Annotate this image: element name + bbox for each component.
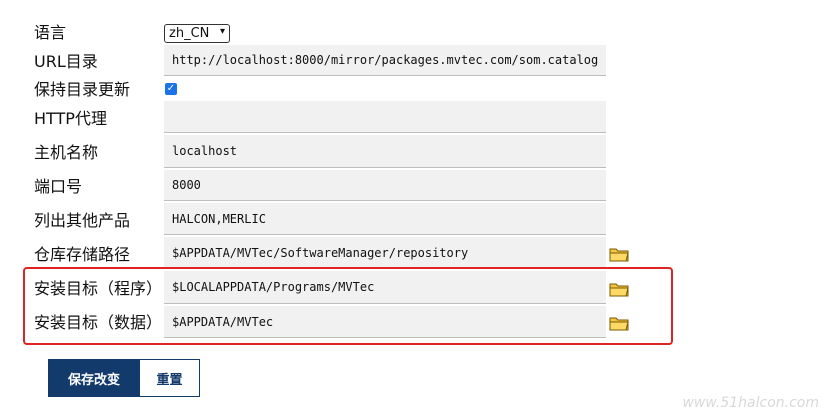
language-label: 语言 bbox=[34, 23, 67, 42]
folder-icon[interactable] bbox=[609, 281, 629, 297]
install-target-program-label: 安装目标（程序） bbox=[34, 279, 163, 298]
http-proxy-field[interactable] bbox=[164, 101, 606, 133]
chevron-down-icon: ▾ bbox=[219, 26, 225, 37]
port-field[interactable]: 8000 bbox=[164, 170, 606, 201]
save-changes-button[interactable]: 保存改变 bbox=[48, 359, 140, 397]
keep-catalog-updated-checkbox[interactable]: ✓ bbox=[165, 83, 177, 95]
url-catalog-field[interactable]: http://localhost:8000/mirror/packages.mv… bbox=[164, 45, 606, 76]
host-name-field[interactable]: localhost bbox=[164, 135, 606, 168]
reset-button[interactable]: 重置 bbox=[139, 359, 200, 397]
keep-catalog-updated-label: 保持目录更新 bbox=[34, 80, 131, 99]
port-label: 端口号 bbox=[34, 177, 83, 196]
watermark: www.51halcon.com bbox=[682, 395, 819, 411]
repository-path-label: 仓库存储路径 bbox=[34, 245, 131, 264]
language-select[interactable]: zh_CN ▾ bbox=[164, 24, 230, 43]
install-target-data-label: 安装目标（数据） bbox=[34, 313, 163, 332]
host-name-label: 主机名称 bbox=[34, 143, 99, 162]
url-catalog-label: URL目录 bbox=[34, 52, 98, 71]
list-other-products-label: 列出其他产品 bbox=[34, 211, 131, 230]
language-selected-value: zh_CN bbox=[169, 26, 210, 41]
folder-icon[interactable] bbox=[609, 315, 629, 331]
install-target-program-field[interactable]: $LOCALAPPDATA/Programs/MVTec bbox=[164, 271, 606, 304]
http-proxy-label: HTTP代理 bbox=[34, 109, 107, 128]
repository-path-field[interactable]: $APPDATA/MVTec/SoftwareManager/repositor… bbox=[164, 237, 606, 269]
install-target-data-field[interactable]: $APPDATA/MVTec bbox=[164, 306, 606, 338]
folder-icon[interactable] bbox=[609, 246, 629, 262]
checkmark-icon: ✓ bbox=[166, 83, 176, 94]
list-other-products-field[interactable]: HALCON,MERLIC bbox=[164, 203, 606, 235]
